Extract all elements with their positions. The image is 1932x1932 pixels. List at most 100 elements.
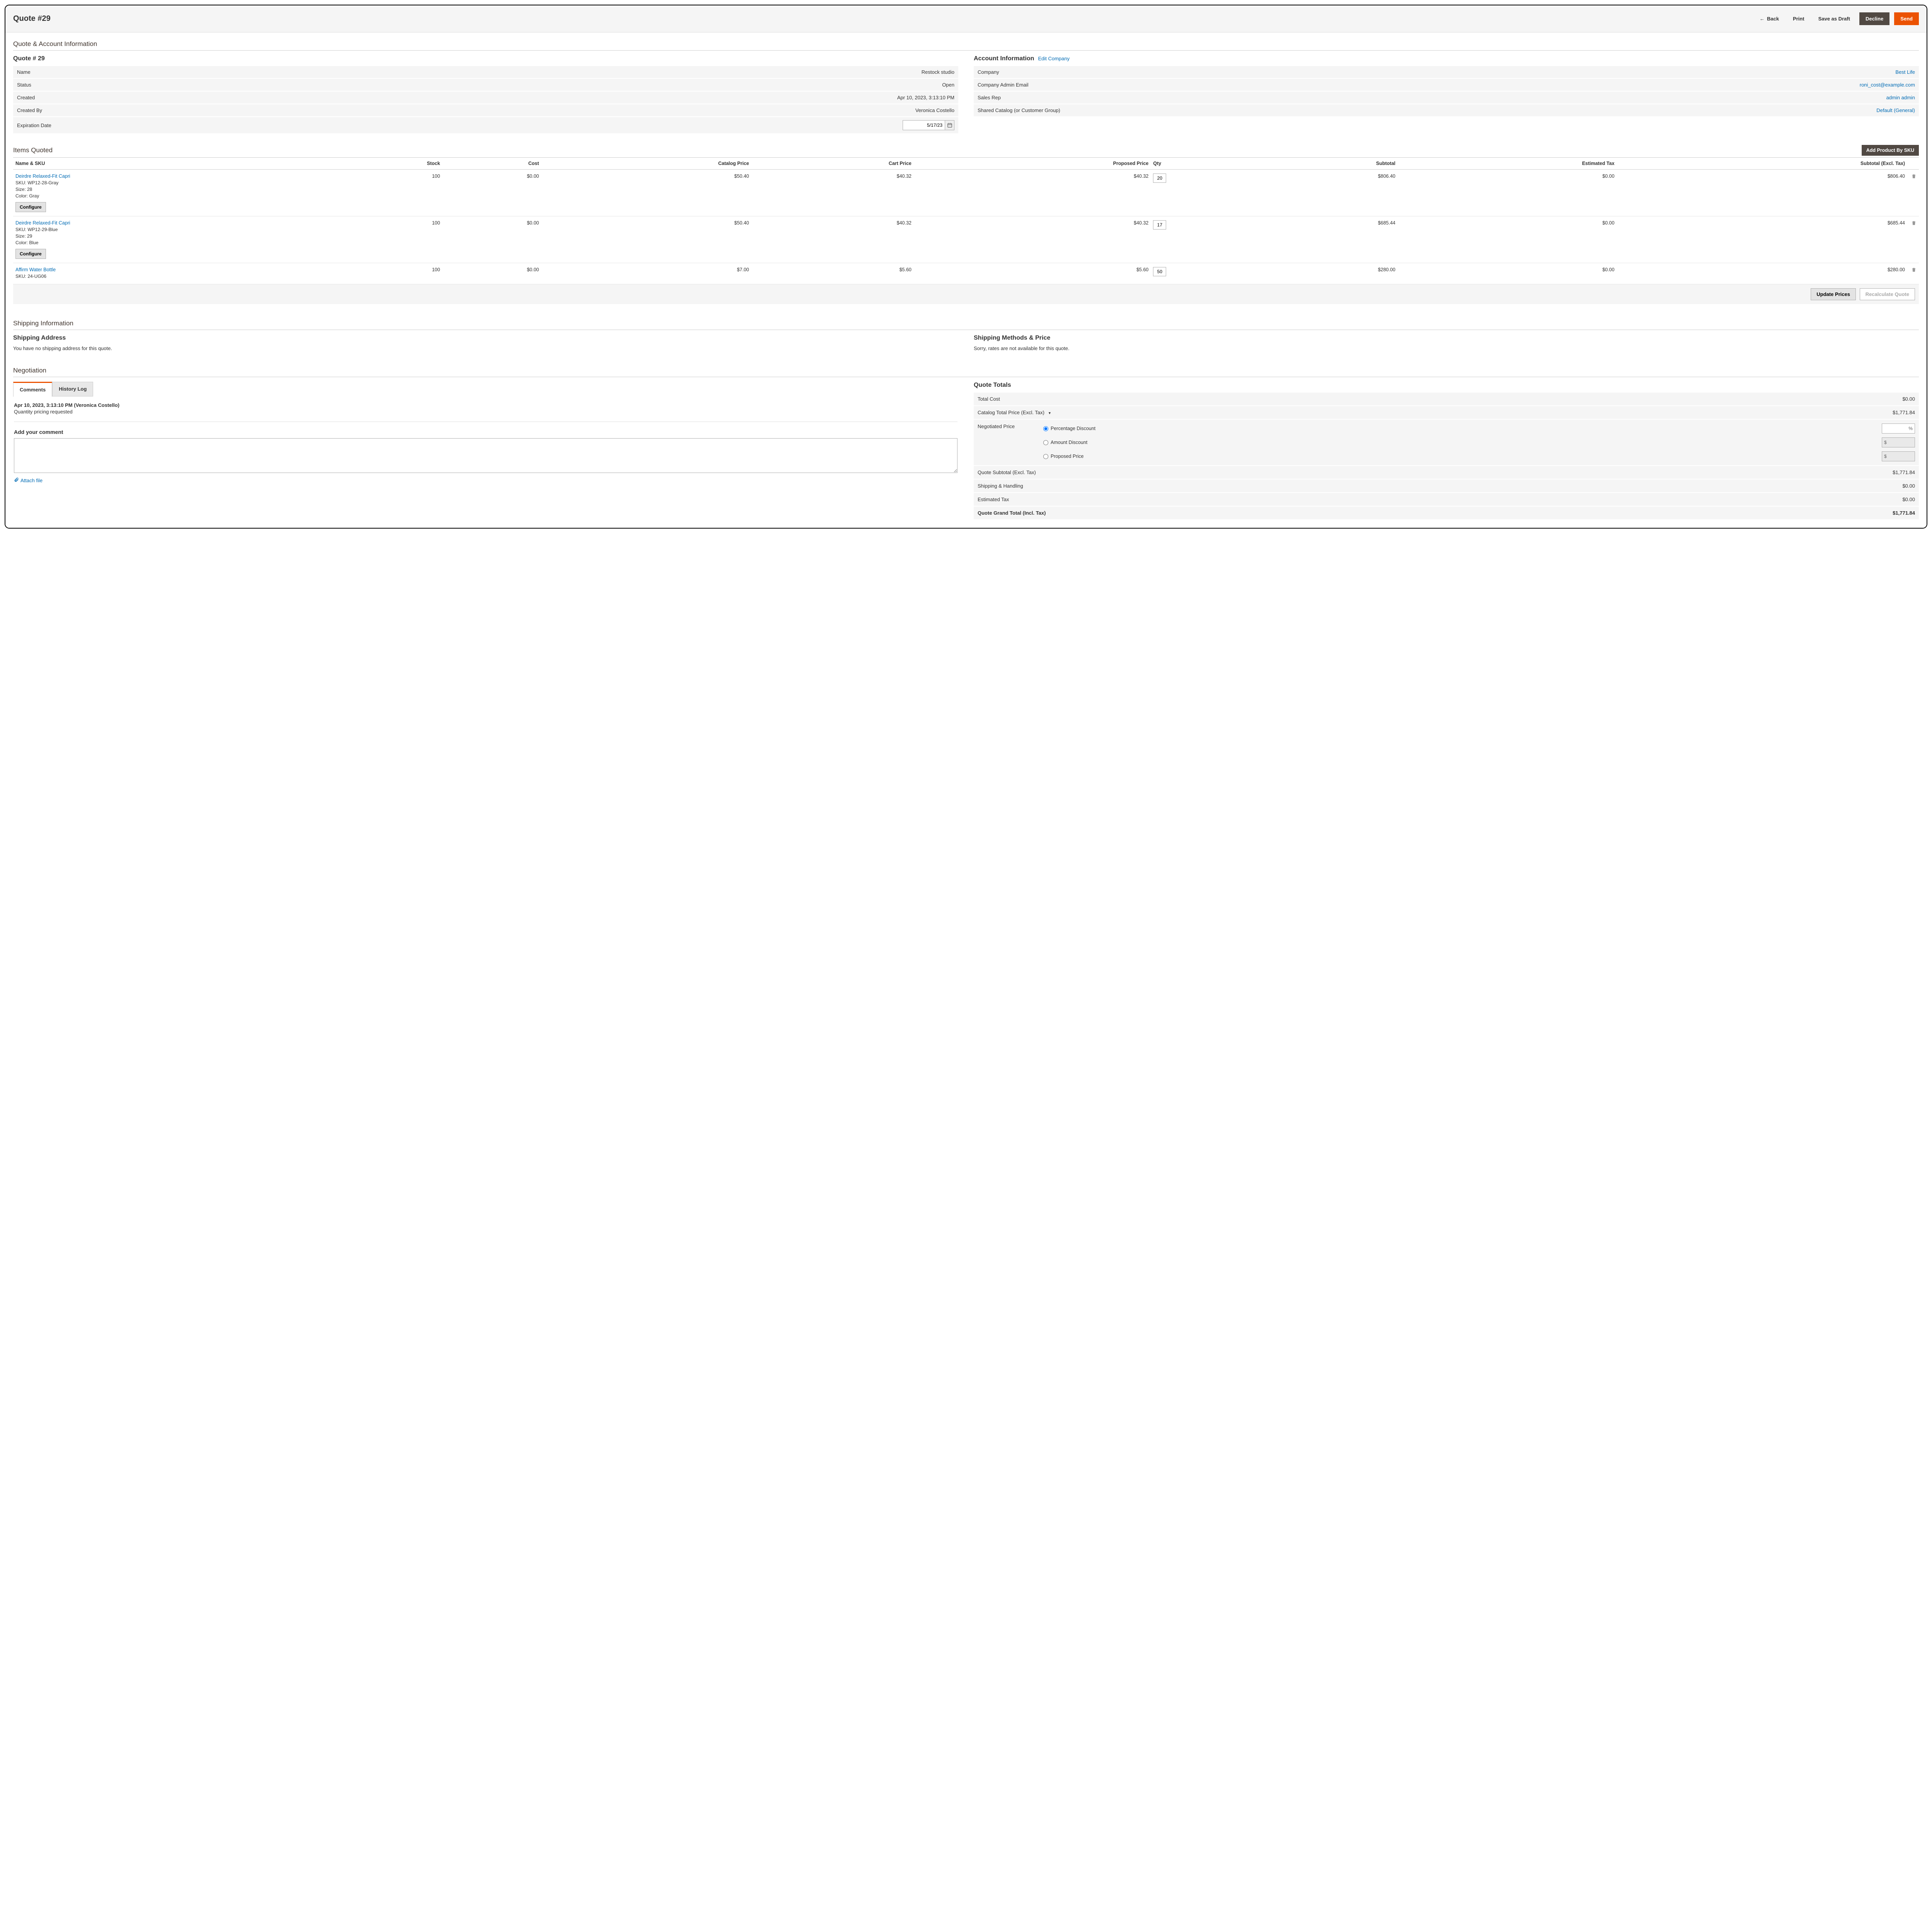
label-wrap: Catalog Total Price (Excl. Tax) ▼ [978, 410, 1051, 415]
attach-file-link[interactable]: Attach file [14, 477, 43, 483]
product-link[interactable]: Deirdre Relaxed-Fit Capri [15, 173, 335, 179]
trash-icon[interactable] [1911, 174, 1917, 180]
cost-cell: $0.00 [442, 216, 541, 263]
label: Status [13, 78, 439, 91]
col-est-tax: Estimated Tax [1398, 158, 1617, 170]
items-footer: Update Prices Recalculate Quote [13, 284, 1919, 304]
trash-icon[interactable] [1911, 221, 1917, 227]
paperclip-icon [14, 477, 19, 483]
catalog-price-cell: $7.00 [541, 263, 752, 284]
label: Quote Subtotal (Excl. Tax) [978, 469, 1036, 475]
value: Restock studio [439, 66, 958, 78]
comment-textarea[interactable] [14, 438, 957, 473]
configure-button[interactable]: Configure [15, 249, 46, 259]
catalog-row: Shared Catalog (or Customer Group) Defaul… [974, 104, 1919, 117]
quote-info-table: NameRestock studio StatusOpen CreatedApr… [13, 66, 958, 134]
grand-total-row: Quote Grand Total (Incl. Tax) $1,771.84 [974, 507, 1919, 520]
subtotal-excl-cell: $280.00 [1617, 263, 1907, 284]
subtotal-row: Quote Subtotal (Excl. Tax) $1,771.84 [974, 466, 1919, 480]
catalog-price-cell: $50.40 [541, 170, 752, 216]
est-tax-cell: $0.00 [1398, 263, 1617, 284]
proposed-price-radio[interactable] [1043, 454, 1048, 459]
percentage-discount-option: Percentage Discount % [1043, 423, 1915, 434]
quote-totals-heading: Quote Totals [974, 382, 1919, 389]
qty-input[interactable] [1153, 220, 1166, 230]
amount-discount-radio[interactable] [1043, 440, 1048, 445]
proposed-price-cell: $40.32 [914, 216, 1151, 263]
catalog-price-cell: $50.40 [541, 216, 752, 263]
sales-rep-link[interactable]: admin admin [1886, 95, 1915, 100]
admin-email-row: Company Admin Email roni_cost@example.com [974, 78, 1919, 91]
est-tax-cell: $0.00 [1398, 216, 1617, 263]
label: Quote Grand Total (Incl. Tax) [978, 510, 1046, 516]
total-cost-row: Total Cost $0.00 [974, 393, 1919, 406]
edit-company-link[interactable]: Edit Company [1038, 56, 1070, 61]
add-product-by-sku-button[interactable]: Add Product By SKU [1862, 145, 1919, 156]
estimated-tax-row: Estimated Tax $0.00 [974, 493, 1919, 507]
back-arrow-icon: ← [1760, 16, 1765, 22]
back-button[interactable]: ←Back [1755, 13, 1784, 25]
tab-history-log[interactable]: History Log [52, 382, 93, 396]
cart-price-cell: $40.32 [751, 216, 913, 263]
catalog-link[interactable]: Default (General) [1876, 107, 1915, 113]
col-cart-price: Cart Price [751, 158, 913, 170]
percentage-discount-radio[interactable] [1043, 426, 1048, 431]
quote-created-row: CreatedApr 10, 2023, 3:13:10 PM [13, 91, 958, 104]
page-title: Quote #29 [13, 14, 1755, 23]
label: Company Admin Email [974, 78, 1399, 91]
configure-button[interactable]: Configure [15, 202, 46, 212]
cart-price-cell: $5.60 [751, 263, 913, 284]
company-row: CompanyBest Life [974, 66, 1919, 78]
items-quoted-heading: Items Quoted [13, 146, 53, 154]
catalog-total-row: Catalog Total Price (Excl. Tax) ▼ $1,771… [974, 406, 1919, 420]
recalculate-quote-button[interactable]: Recalculate Quote [1860, 288, 1915, 300]
currency-symbol: $ [1884, 440, 1887, 445]
print-button[interactable]: Print [1788, 13, 1809, 25]
value: $1,771.84 [1893, 510, 1915, 516]
stock-cell: 100 [337, 170, 442, 216]
trash-icon[interactable] [1911, 267, 1917, 274]
product-color: Color: Gray [15, 193, 335, 199]
value: Veronica Costello [439, 104, 958, 117]
col-name: Name & SKU [13, 158, 337, 170]
product-link[interactable]: Affirm Water Bottle [15, 267, 335, 272]
account-heading: Account Information Edit Company [974, 55, 1919, 62]
quote-expiration-row: Expiration Date [13, 117, 958, 134]
calendar-icon[interactable] [945, 120, 954, 130]
chevron-down-icon[interactable]: ▼ [1046, 411, 1051, 415]
label: Expiration Date [13, 117, 439, 134]
col-catalog-price: Catalog Price [541, 158, 752, 170]
product-size: Size: 28 [15, 187, 335, 192]
col-subtotal: Subtotal [1256, 158, 1398, 170]
label: Catalog Total Price (Excl. Tax) [978, 410, 1044, 415]
expiration-date-input[interactable] [903, 120, 945, 130]
subtotal-excl-cell: $685.44 [1617, 216, 1907, 263]
save-draft-button[interactable]: Save as Draft [1814, 13, 1855, 25]
tab-content: Apr 10, 2023, 3:13:10 PM (Veronica Coste… [13, 396, 958, 490]
value: $0.00 [1902, 396, 1915, 402]
value: Apr 10, 2023, 3:13:10 PM [439, 91, 958, 104]
stock-cell: 100 [337, 263, 442, 284]
tab-comments[interactable]: Comments [13, 382, 52, 397]
account-info-table: CompanyBest Life Company Admin Email roni… [974, 66, 1919, 117]
qty-input[interactable] [1153, 173, 1166, 183]
company-link[interactable]: Best Life [1895, 69, 1915, 75]
update-prices-button[interactable]: Update Prices [1811, 288, 1856, 300]
value: $0.00 [1902, 483, 1915, 489]
table-row: Affirm Water BottleSKU: 24-UG06 100 $0.0… [13, 263, 1919, 284]
col-proposed-price: Proposed Price [914, 158, 1151, 170]
product-link[interactable]: Deirdre Relaxed-Fit Capri [15, 220, 335, 226]
decline-button[interactable]: Decline [1859, 12, 1889, 25]
quote-heading: Quote # 29 [13, 55, 958, 62]
send-button[interactable]: Send [1894, 12, 1919, 25]
subtotal-cell: $806.40 [1256, 170, 1398, 216]
items-table: Name & SKU Stock Cost Catalog Price Cart… [13, 157, 1919, 284]
label: Shared Catalog (or Customer Group) [974, 104, 1399, 117]
comment-header: Apr 10, 2023, 3:13:10 PM (Veronica Coste… [14, 402, 957, 408]
currency-symbol: $ [1884, 454, 1887, 459]
admin-email-link[interactable]: roni_cost@example.com [1860, 82, 1915, 88]
value: Open [439, 78, 958, 91]
col-stock: Stock [337, 158, 442, 170]
label: Total Cost [978, 396, 1000, 402]
qty-input[interactable] [1153, 267, 1166, 276]
